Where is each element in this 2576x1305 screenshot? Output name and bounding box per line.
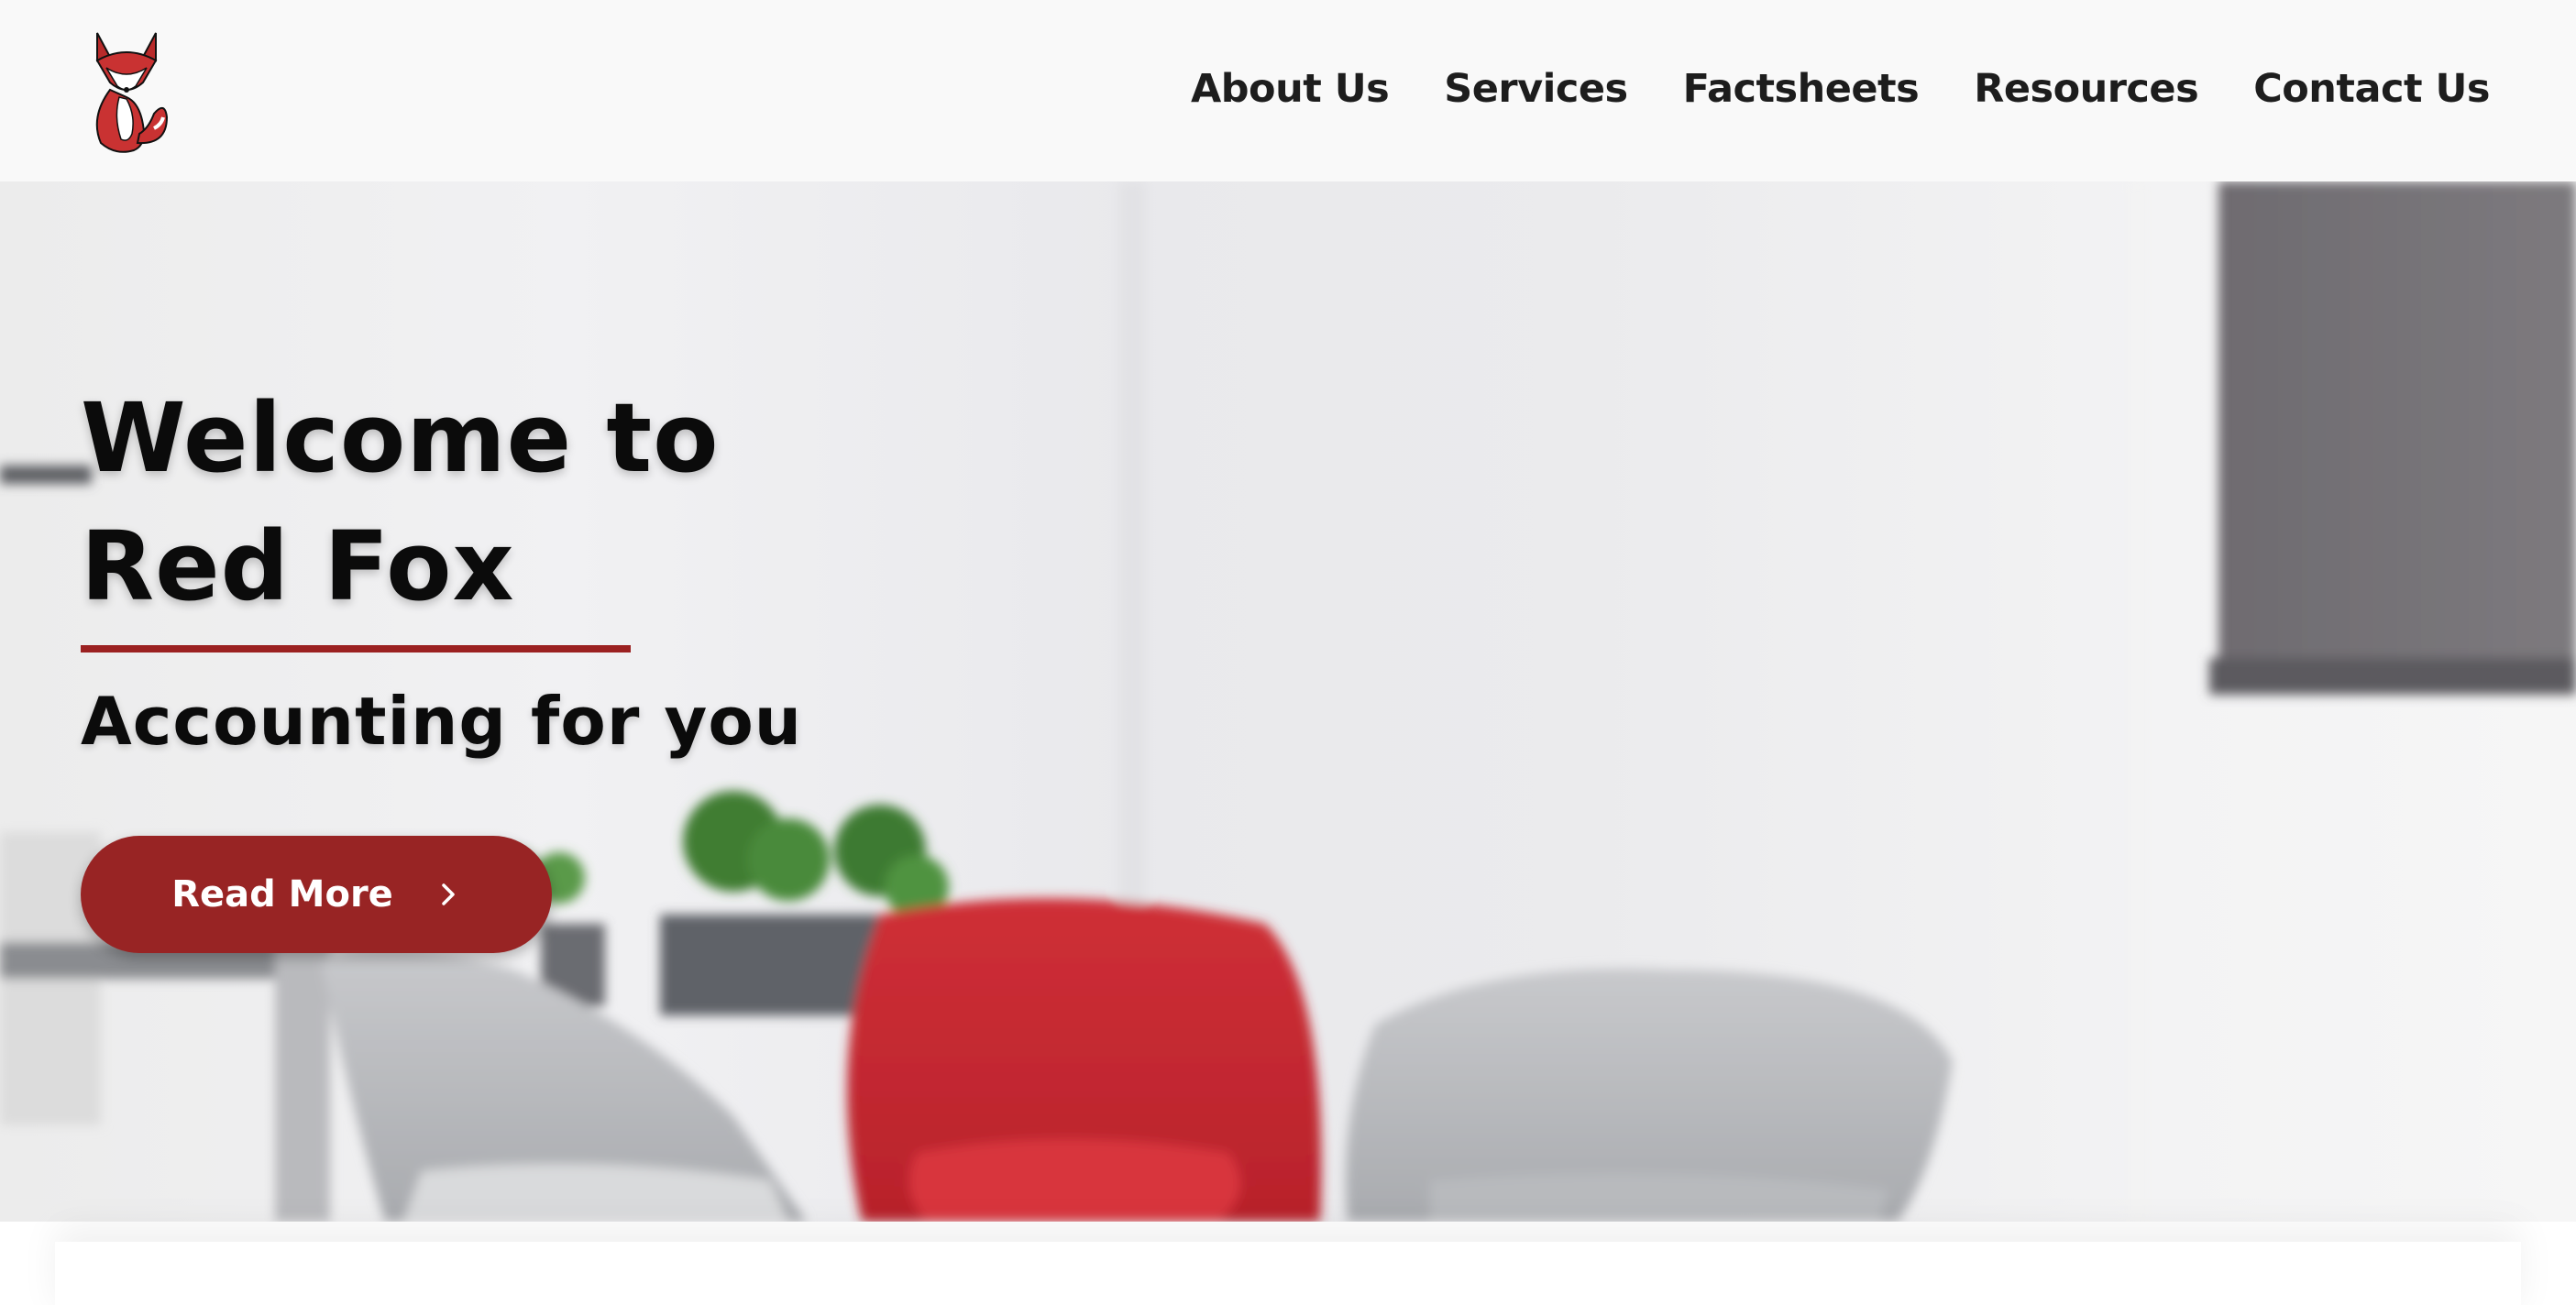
- main-nav: About Us Services Factsheets Resources C…: [1136, 57, 2491, 121]
- nav-factsheets[interactable]: Factsheets: [1683, 66, 1920, 112]
- read-more-label: Read More: [171, 873, 393, 916]
- nav-resources[interactable]: Resources: [1974, 66, 2198, 112]
- content-section-top: [55, 1242, 2521, 1305]
- chevron-right-icon: [435, 882, 461, 907]
- hero-banner: Welcome to Red Fox Accounting for you Re…: [0, 181, 2576, 1222]
- nav-contact-us[interactable]: Contact Us: [2253, 66, 2490, 112]
- nav-about-us[interactable]: About Us: [1191, 66, 1390, 112]
- nav-services[interactable]: Services: [1444, 66, 1628, 112]
- read-more-button[interactable]: Read More: [81, 836, 552, 953]
- hero-subtitle: Accounting for you: [81, 683, 803, 760]
- hero-divider: [81, 645, 631, 652]
- hero-title-line2: Red Fox: [81, 510, 515, 622]
- hero-title-line1: Welcome to: [81, 382, 720, 494]
- hero-title: Welcome to Red Fox: [81, 374, 802, 631]
- hero-content: Welcome to Red Fox Accounting for you Re…: [81, 374, 802, 953]
- fox-logo-icon[interactable]: [79, 26, 174, 154]
- site-header: About Us Services Factsheets Resources C…: [0, 0, 2576, 181]
